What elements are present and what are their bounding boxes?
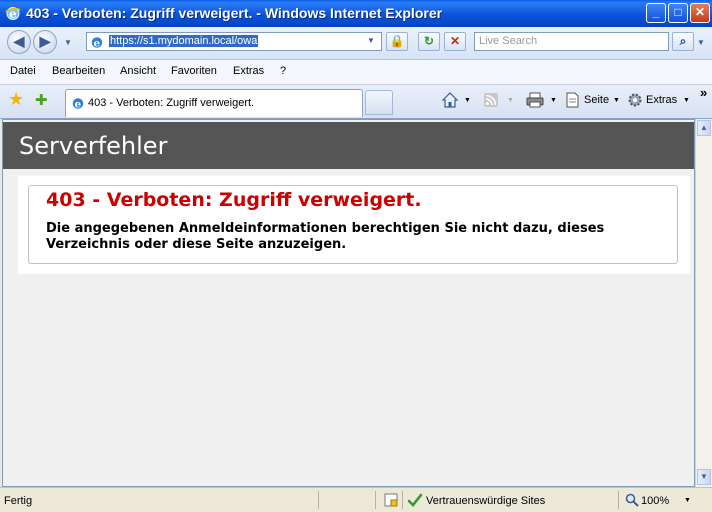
forward-button[interactable]: ▶ [33, 30, 57, 54]
protected-mode-icon[interactable] [383, 492, 399, 508]
zoom-dropdown-icon[interactable]: ▼ [684, 497, 691, 504]
back-button[interactable]: ◀ [7, 30, 31, 54]
status-divider [375, 491, 376, 509]
page-dropdown-icon[interactable]: ▼ [613, 97, 620, 104]
trusted-check-icon [407, 493, 423, 507]
vertical-scrollbar[interactable]: ▲ ▼ [695, 119, 712, 487]
menu-item-ansicht[interactable]: Ansicht [120, 65, 156, 77]
tab-toolbar: ★ ✚ e 403 - Verboten: Zugriff verweigert… [0, 85, 712, 119]
error-message: Die angegebenen Anmeldeinformationen ber… [46, 221, 605, 252]
page-icon[interactable] [565, 92, 580, 108]
tools-menu-button[interactable]: Extras [646, 94, 677, 106]
stop-button[interactable]: ✕ [444, 32, 466, 51]
zoom-icon[interactable] [625, 493, 639, 507]
history-dropdown-icon[interactable]: ▼ [64, 38, 72, 47]
tools-dropdown-icon[interactable]: ▼ [683, 97, 690, 104]
tab-active[interactable]: e 403 - Verboten: Zugriff verweigert. [65, 89, 363, 117]
status-divider [618, 491, 619, 509]
print-icon[interactable] [526, 92, 544, 108]
tab-label: 403 - Verboten: Zugriff verweigert. [88, 97, 255, 109]
title-bar[interactable]: e 403 - Verboten: Zugriff verweigert. - … [0, 0, 712, 27]
server-error-header: Serverfehler [3, 122, 694, 169]
error-title: 403 - Verboten: Zugriff verweigert. [46, 189, 422, 211]
refresh-button[interactable]: ↻ [418, 32, 440, 51]
close-button[interactable]: ✕ [690, 3, 710, 23]
window-title: 403 - Verboten: Zugriff verweigert. - Wi… [26, 5, 443, 21]
address-dropdown-icon[interactable]: ▼ [367, 36, 375, 45]
security-zone-label[interactable]: Vertrauenswürdige Sites [426, 495, 545, 507]
home-icon[interactable] [441, 91, 459, 109]
status-divider [318, 491, 319, 509]
toolbar-overflow-icon[interactable]: » [700, 85, 707, 100]
address-toolbar: ◀ ▶ ▼ e https://s1.mydomain.local/owa ▼ … [0, 27, 712, 60]
gear-icon[interactable] [627, 92, 643, 108]
menu-item-datei[interactable]: Datei [10, 65, 36, 77]
error-panel: 403 - Verboten: Zugriff verweigert. Die … [18, 176, 690, 274]
menu-item-help[interactable]: ? [280, 65, 286, 77]
search-options-icon[interactable]: ▼ [697, 38, 705, 47]
scroll-down-icon[interactable]: ▼ [697, 469, 711, 485]
ie-logo-icon: e [5, 7, 21, 21]
home-dropdown-icon[interactable]: ▼ [464, 97, 471, 104]
menu-item-bearbeiten[interactable]: Bearbeiten [52, 65, 105, 77]
status-bar: Fertig Vertrauenswürdige Sites 100% ▼ [0, 487, 712, 512]
page-content: Serverfehler 403 - Verboten: Zugriff ver… [2, 119, 695, 487]
zoom-level[interactable]: 100% [641, 495, 669, 507]
security-lock-icon[interactable]: 🔒 [386, 32, 408, 51]
print-dropdown-icon[interactable]: ▼ [550, 97, 557, 104]
tab-ie-icon: e [72, 98, 84, 110]
favorites-star-icon[interactable]: ★ [8, 89, 24, 110]
search-input[interactable]: Live Search [474, 32, 669, 51]
error-box: 403 - Verboten: Zugriff verweigert. Die … [28, 185, 678, 264]
svg-text:e: e [94, 37, 101, 49]
menu-item-favoriten[interactable]: Favoriten [171, 65, 217, 77]
page-ie-icon: e [91, 37, 103, 49]
feeds-icon[interactable] [483, 92, 499, 108]
address-bar[interactable]: e https://s1.mydomain.local/owa ▼ [86, 32, 382, 51]
status-text: Fertig [4, 495, 33, 507]
add-favorite-icon[interactable]: ✚ [35, 91, 48, 109]
page-menu-button[interactable]: Seite [584, 94, 609, 106]
scroll-up-icon[interactable]: ▲ [697, 120, 711, 136]
status-divider [402, 491, 403, 509]
feeds-dropdown-icon[interactable]: ▼ [507, 97, 514, 104]
search-placeholder: Live Search [479, 35, 538, 47]
new-tab-button[interactable] [365, 90, 393, 115]
maximize-button[interactable]: □ [668, 3, 688, 23]
address-url-text[interactable]: https://s1.mydomain.local/owa [109, 35, 259, 47]
search-button[interactable]: ⌕ [672, 32, 694, 51]
menu-bar: Datei Bearbeiten Ansicht Favoriten Extra… [0, 60, 712, 85]
menu-item-extras[interactable]: Extras [233, 65, 264, 77]
page-title: Serverfehler [19, 132, 168, 160]
minimize-button[interactable]: _ [646, 3, 666, 23]
svg-text:e: e [75, 98, 82, 110]
